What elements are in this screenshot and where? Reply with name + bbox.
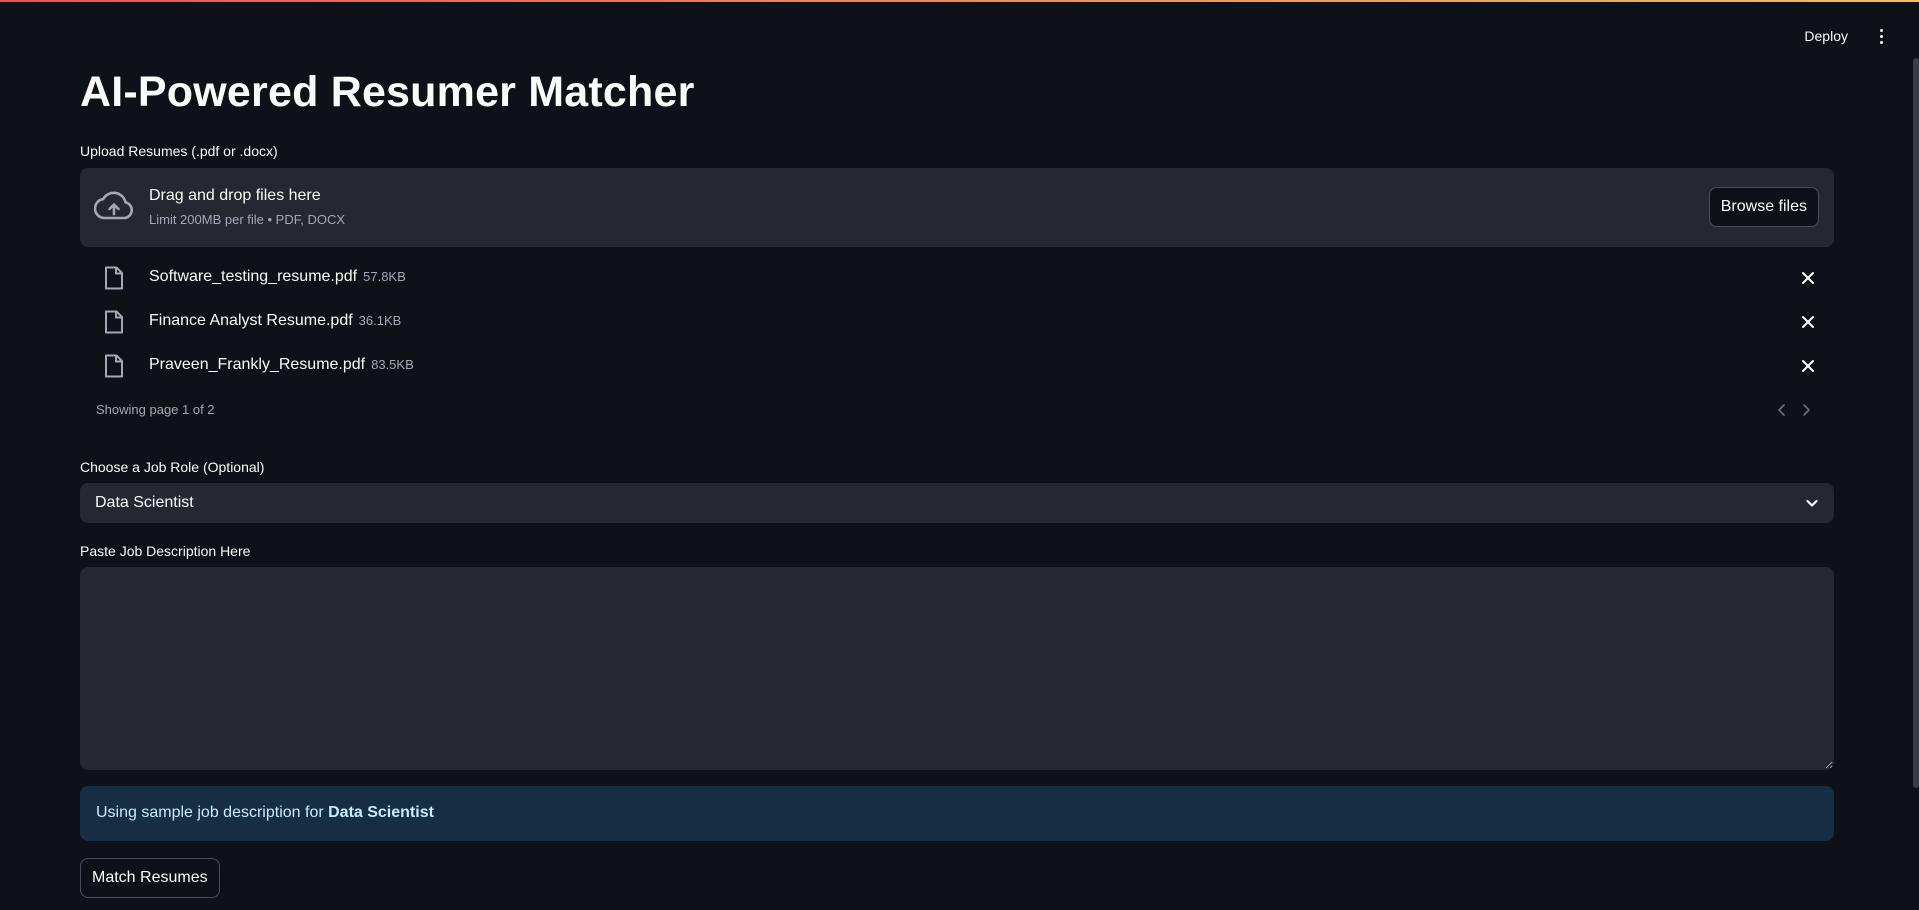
browse-files-button[interactable]: Browse files xyxy=(1708,187,1819,227)
app-header: Deploy xyxy=(0,2,1919,68)
info-role: Data Scientist xyxy=(328,804,434,821)
upload-label: Upload Resumes (.pdf or .docx) xyxy=(80,143,278,159)
file-name: Finance Analyst Resume.pdf xyxy=(149,312,353,329)
file-icon xyxy=(105,354,123,378)
file-size: 57.8KB xyxy=(363,269,406,284)
job-description-textarea[interactable] xyxy=(80,567,1834,770)
dropzone-limit-text: Limit 200MB per file • PDF, DOCX xyxy=(149,212,345,227)
job-role-label: Choose a Job Role (Optional) xyxy=(80,459,265,475)
dropzone-title: Drag and drop files here xyxy=(149,187,321,204)
file-size: 36.1KB xyxy=(358,313,402,328)
kebab-menu-icon[interactable] xyxy=(1873,26,1889,46)
page-title: AI-Powered Resumer Matcher xyxy=(80,68,695,116)
chevron-down-icon xyxy=(1806,499,1818,507)
info-text: Using sample job description for xyxy=(96,804,329,821)
uploaded-file-row: Praveen_Frankly_Resume.pdf 83.5KB xyxy=(80,348,1834,384)
deploy-button[interactable]: Deploy xyxy=(1796,24,1856,48)
job-role-select[interactable]: Data Scientist xyxy=(80,483,1834,523)
job-description-label: Paste Job Description Here xyxy=(80,543,251,559)
file-icon xyxy=(105,310,123,334)
remove-file-icon[interactable] xyxy=(1800,314,1816,330)
remove-file-icon[interactable] xyxy=(1800,358,1816,374)
job-role-selected-value: Data Scientist xyxy=(95,494,194,511)
cloud-upload-icon xyxy=(94,191,134,220)
file-size: 83.5KB xyxy=(371,357,414,372)
previous-page-icon[interactable] xyxy=(1774,402,1790,418)
file-name: Praveen_Frankly_Resume.pdf xyxy=(149,356,366,373)
file-name: Software_testing_resume.pdf xyxy=(149,268,358,285)
uploaded-file-row: Finance Analyst Resume.pdf 36.1KB xyxy=(80,304,1834,340)
uploaded-file-row: Software_testing_resume.pdf 57.8KB xyxy=(80,260,1834,296)
match-resumes-button[interactable]: Match Resumes xyxy=(80,858,220,898)
pagination-text: Showing page 1 of 2 xyxy=(96,402,215,417)
remove-file-icon[interactable] xyxy=(1800,270,1816,286)
info-alert: Using sample job description for Data Sc… xyxy=(80,786,1834,841)
file-dropzone[interactable]: Drag and drop files here Limit 200MB per… xyxy=(80,168,1834,247)
next-page-icon[interactable] xyxy=(1798,402,1814,418)
file-icon xyxy=(105,266,123,290)
page-scrollbar[interactable] xyxy=(1913,58,1919,788)
